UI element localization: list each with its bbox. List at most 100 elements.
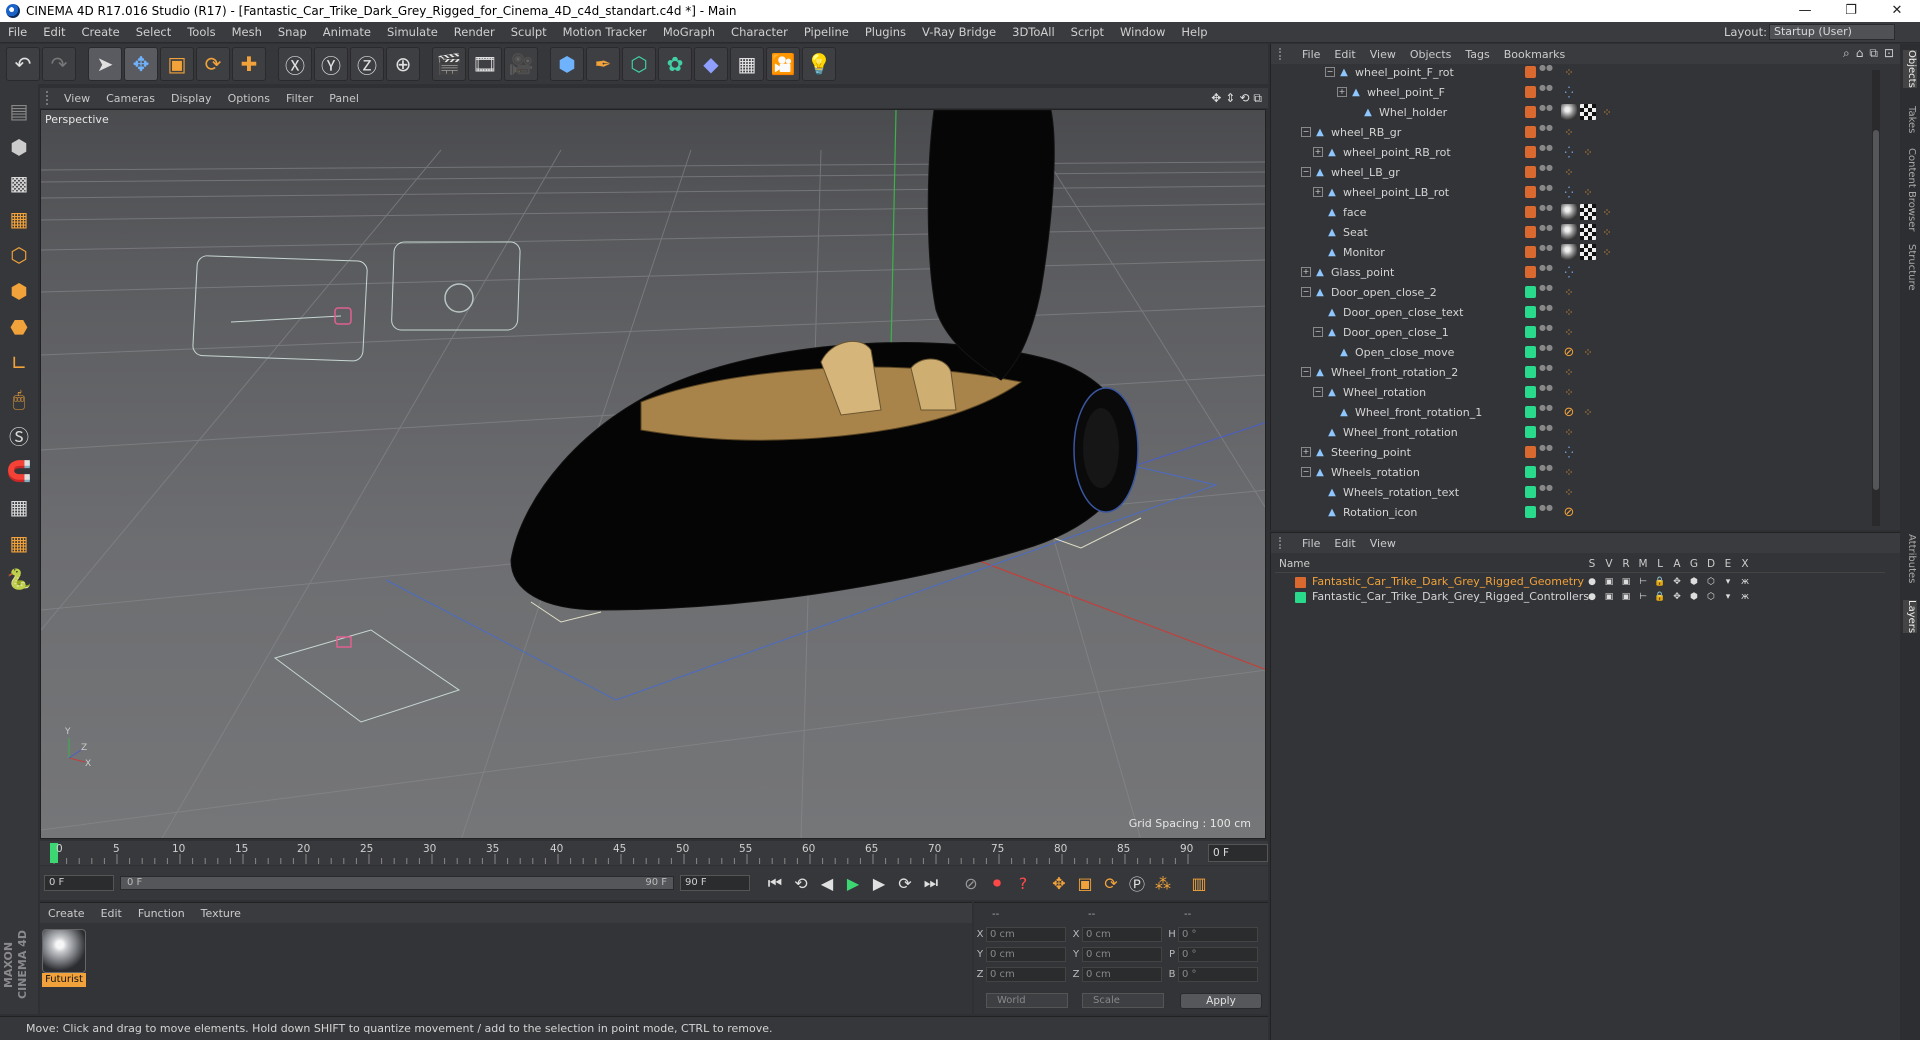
go-to-next-frame-button[interactable]: ▶ (866, 870, 892, 896)
record-key-button[interactable]: ⊘ (958, 870, 984, 896)
visibility-dots[interactable]: ●● (1539, 484, 1553, 500)
menu-select[interactable]: Select (128, 25, 179, 39)
object-row[interactable]: ▲ Open_close_move ●● ⊘ ⁘ (1271, 342, 1881, 362)
workplane-lock-button[interactable]: ▦ (3, 490, 35, 524)
menu-snap[interactable]: Snap (270, 25, 315, 39)
constraint-tag-icon[interactable]: ⁘ (1599, 244, 1615, 260)
minimize-button[interactable]: — (1782, 0, 1828, 22)
constraint-tag-icon[interactable]: ⁘ (1580, 144, 1596, 160)
material-menu-texture[interactable]: Texture (193, 907, 249, 920)
tree-expander[interactable]: + (1313, 187, 1323, 197)
object-row[interactable]: − ▲ Door_open_close_2 ●● ⁘ (1271, 282, 1881, 302)
scale-tool-button[interactable]: ▣ (160, 47, 194, 81)
rotation-p-field[interactable]: 0 ° (1178, 946, 1258, 962)
tree-expander[interactable]: + (1337, 87, 1347, 97)
menu-window[interactable]: Window (1112, 25, 1173, 39)
object-row[interactable]: ▲ Monitor ●● ⁘ (1271, 242, 1881, 262)
layout-dropdown[interactable]: Startup (User) (1769, 24, 1895, 40)
constraint-tag-icon[interactable]: ⁘ (1561, 284, 1577, 300)
layer-color-swatch[interactable] (1525, 406, 1536, 418)
scrollbar-thumb[interactable] (1873, 130, 1879, 490)
position-y-field[interactable]: 0 cm (986, 946, 1066, 962)
layer-expressions-toggle-icon[interactable]: ▾ (1721, 576, 1735, 589)
cloner-button[interactable]: ✿ (658, 47, 692, 81)
layer-menu-edit[interactable]: Edit (1327, 537, 1362, 550)
constraint-tag-icon[interactable]: ⁘ (1561, 164, 1577, 180)
layer-solo-toggle-icon[interactable]: ● (1585, 591, 1599, 604)
move-tool-button[interactable]: ✥ (124, 47, 158, 81)
axis-mode-button[interactable]: ∟ (3, 346, 35, 380)
menu-simulate[interactable]: Simulate (379, 25, 446, 39)
layer-menu-view[interactable]: View (1363, 537, 1403, 550)
menu-character[interactable]: Character (723, 25, 796, 39)
layer-generators-toggle-icon[interactable]: ⬢ (1687, 576, 1701, 589)
menu-edit[interactable]: Edit (35, 25, 73, 39)
render-view-button[interactable]: 🎬 (432, 47, 466, 81)
undo-button[interactable]: ↶ (6, 47, 40, 81)
coordinate-mode-dropdown[interactable]: Scale (1082, 993, 1164, 1008)
visibility-dots[interactable]: ●● (1539, 344, 1553, 360)
light-button[interactable]: 💡 (802, 47, 836, 81)
tree-expander[interactable]: + (1301, 267, 1311, 277)
menu-help[interactable]: Help (1173, 25, 1215, 39)
menu-mesh[interactable]: Mesh (224, 25, 270, 39)
tree-expander[interactable]: − (1301, 467, 1311, 477)
tree-expander[interactable]: − (1313, 327, 1323, 337)
object-row[interactable]: ▲ Whel_holder ●● ⁘ (1271, 102, 1881, 122)
tree-expander[interactable]: − (1301, 167, 1311, 177)
home-icon[interactable]: ⌂ (1856, 46, 1864, 61)
layer-color-swatch[interactable] (1525, 506, 1536, 518)
mat-tag-icon[interactable] (1561, 244, 1577, 260)
menu-render[interactable]: Render (446, 25, 503, 39)
layer-color-swatch[interactable] (1525, 426, 1536, 438)
object-menu-file[interactable]: File (1295, 48, 1327, 61)
edges-mode-button[interactable]: ⬢ (3, 274, 35, 308)
xpresso-tag-icon[interactable]: ⁛ (1561, 84, 1577, 100)
layer-color-swatch[interactable] (1525, 486, 1536, 498)
layer-color-swatch[interactable] (1525, 206, 1536, 218)
layer-animation-toggle-icon[interactable]: ✥ (1670, 576, 1684, 589)
layer-render-toggle-icon[interactable]: ▣ (1619, 591, 1633, 604)
side-tab-content-browser[interactable]: Content Browser (1903, 148, 1917, 231)
object-row[interactable]: ▲ Wheels_rotation_text ●● ⁘ (1271, 482, 1881, 502)
position-z-field[interactable]: 0 cm (986, 966, 1066, 982)
polygons-mode-button[interactable]: ⬣ (3, 310, 35, 344)
object-row[interactable]: ▲ Rotation_icon ●● ⊘ (1271, 502, 1881, 522)
visibility-dots[interactable]: ●● (1539, 424, 1553, 440)
object-row[interactable]: − ▲ wheel_RB_gr ●● ⁘ (1271, 122, 1881, 142)
constraint-tag-icon[interactable]: ⁘ (1561, 484, 1577, 500)
object-row[interactable]: − ▲ wheel_LB_gr ●● ⁘ (1271, 162, 1881, 182)
object-menu-objects[interactable]: Objects (1403, 48, 1459, 61)
maximize-view-icon[interactable]: ⧉ (1253, 91, 1262, 106)
constraint-tag-icon[interactable]: ⁘ (1561, 424, 1577, 440)
layer-xref-toggle-icon[interactable]: ж (1738, 591, 1752, 604)
object-row[interactable]: ▲ Door_open_close_text ●● ⁘ (1271, 302, 1881, 322)
render-picture-viewer-button[interactable]: 🎞 (468, 47, 502, 81)
object-tree-scrollbar[interactable] (1872, 70, 1880, 526)
visibility-dots[interactable]: ●● (1539, 304, 1553, 320)
layer-view-toggle-icon[interactable]: ▣ (1602, 576, 1616, 589)
current-frame-field[interactable]: 0 F (1208, 844, 1268, 862)
tree-expander[interactable]: − (1301, 287, 1311, 297)
model-mode-button[interactable]: ⬢ (3, 130, 35, 164)
tree-expander[interactable]: − (1301, 127, 1311, 137)
visibility-dots[interactable]: ●● (1539, 124, 1553, 140)
panel-grip[interactable] (46, 91, 56, 105)
record-scale-button[interactable]: ▣ (1072, 870, 1098, 896)
viewport-menu-view[interactable]: View (56, 92, 98, 105)
visibility-dots[interactable]: ●● (1539, 264, 1553, 280)
render-settings-button[interactable]: 🎥 (504, 47, 538, 81)
layer-color-swatch[interactable] (1525, 86, 1536, 98)
make-editable-button[interactable]: ▤ (3, 94, 35, 128)
object-menu-view[interactable]: View (1363, 48, 1403, 61)
constraint-tag-icon[interactable]: ⁘ (1561, 364, 1577, 380)
coordinate-system-button[interactable]: ⊕ (386, 47, 420, 81)
object-row[interactable]: + ▲ wheel_point_RB_rot ●● ⁛ ⁘ (1271, 142, 1881, 162)
constraint-tag-icon[interactable]: ⁘ (1580, 404, 1596, 420)
size-x-field[interactable]: 0 cm (1082, 926, 1162, 942)
camera-button[interactable]: 🎦 (766, 47, 800, 81)
forbid-tag-icon[interactable]: ⊘ (1561, 344, 1577, 360)
xpresso-tag-icon[interactable]: ⁛ (1561, 444, 1577, 460)
layer-color-swatch[interactable] (1525, 66, 1536, 78)
xpresso-tag-icon[interactable]: ⁛ (1561, 184, 1577, 200)
